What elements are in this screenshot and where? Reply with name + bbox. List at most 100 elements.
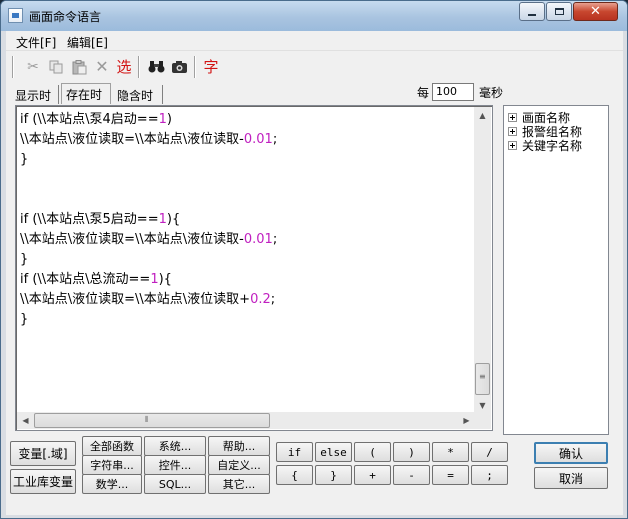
select-button[interactable]: 选 xyxy=(114,57,134,77)
tab-on-show[interactable]: 显示时 xyxy=(11,85,59,104)
binoculars-icon xyxy=(148,61,164,73)
close-button[interactable]: ✕ xyxy=(573,2,618,21)
code-number: 0.2 xyxy=(250,292,271,307)
minimize-icon xyxy=(528,13,536,16)
all-functions-button[interactable]: 全部函数 xyxy=(82,436,142,456)
op-plus-button[interactable]: + xyxy=(354,465,391,485)
scroll-up-icon[interactable]: ▲ xyxy=(474,107,491,124)
code-line: \\本站点\液位读取=\\本站点\液位读取-0.01; xyxy=(20,232,278,247)
code-number: 1 xyxy=(158,112,167,127)
toolbar-separator xyxy=(12,56,14,78)
paste-icon xyxy=(72,59,86,74)
font-button[interactable]: 字 xyxy=(201,57,221,77)
vertical-scroll-thumb[interactable]: ≡ xyxy=(475,363,490,395)
title-bar[interactable]: 画面命令语言 ✕ xyxy=(1,1,627,31)
replace-button[interactable] xyxy=(169,57,189,77)
tab-on-hide[interactable]: 隐含时 xyxy=(113,85,163,104)
cancel-button[interactable]: 取消 xyxy=(534,467,608,489)
interval-prefix: 每 xyxy=(417,86,430,100)
op-else-button[interactable]: else xyxy=(315,442,352,462)
maximize-button[interactable] xyxy=(546,2,572,21)
expand-plus-icon[interactable] xyxy=(508,126,517,136)
tab-while-exists[interactable]: 存在时 xyxy=(61,83,111,104)
code-line: } xyxy=(20,252,29,267)
op-close-brace-button[interactable]: } xyxy=(315,465,352,485)
code-line: } xyxy=(20,312,29,327)
copy-icon xyxy=(49,60,63,74)
variable-button[interactable]: 变量[.域] xyxy=(10,441,76,466)
find-button[interactable] xyxy=(146,57,166,77)
camera-icon xyxy=(171,61,187,73)
minimize-button[interactable] xyxy=(519,2,545,21)
other-functions-button[interactable]: 其它... xyxy=(208,474,270,494)
confirm-button[interactable]: 确认 xyxy=(534,442,608,464)
menu-edit[interactable]: 编辑[E] xyxy=(67,34,108,51)
cut-button[interactable]: ✂ xyxy=(23,57,43,77)
vertical-scrollbar[interactable]: ▲ ≡ ▼ xyxy=(474,107,491,414)
delete-button[interactable]: ✕ xyxy=(92,57,112,77)
tree-item-keywords[interactable]: 关键字名称 xyxy=(508,138,583,153)
paste-button[interactable] xyxy=(69,57,89,77)
close-icon: ✕ xyxy=(590,4,601,19)
scroll-corner xyxy=(474,412,491,429)
code-line: if (\\本站点\泵4启动==1) xyxy=(20,112,172,127)
op-equals-button[interactable]: = xyxy=(432,465,469,485)
code-number: 0.01 xyxy=(243,132,273,147)
op-open-brace-button[interactable]: { xyxy=(276,465,313,485)
code-line: if (\\本站点\总流动==1){ xyxy=(20,272,172,287)
code-line: } xyxy=(20,152,29,167)
math-functions-button[interactable]: 数学... xyxy=(82,474,142,494)
toolbar: ✂ ✕ 选 字 xyxy=(6,51,623,83)
maximize-icon xyxy=(554,8,564,15)
interval-unit: 毫秒 xyxy=(479,86,504,100)
code-line: \\本站点\液位读取=\\本站点\液位读取-0.01; xyxy=(20,132,278,147)
horizontal-scrollbar[interactable]: ◀ ⦀ ▶ xyxy=(17,412,475,429)
control-functions-button[interactable]: 控件... xyxy=(144,455,206,475)
delete-x-icon: ✕ xyxy=(95,57,109,76)
op-if-button[interactable]: if xyxy=(276,442,313,462)
op-close-paren-button[interactable]: ) xyxy=(393,442,430,462)
op-divide-button[interactable]: / xyxy=(471,442,508,462)
sql-functions-button[interactable]: SQL... xyxy=(144,474,206,494)
scissors-icon: ✂ xyxy=(27,59,39,75)
script-editor[interactable]: if (\\本站点\泵4启动==1) \\本站点\液位读取=\\本站点\液位读取-… xyxy=(15,105,493,431)
copy-button[interactable] xyxy=(46,57,66,77)
toolbar-separator xyxy=(194,56,196,78)
grip-icon: ≡ xyxy=(479,372,486,381)
code-number: 0.01 xyxy=(243,232,273,247)
grip-icon: ⦀ xyxy=(145,415,149,424)
op-semicolon-button[interactable]: ; xyxy=(471,465,508,485)
window-title: 画面命令语言 xyxy=(29,10,102,24)
op-multiply-button[interactable]: * xyxy=(432,442,469,462)
code-area[interactable]: if (\\本站点\泵4启动==1) \\本站点\液位读取=\\本站点\液位读取-… xyxy=(20,110,472,410)
command-language-window: 画面命令语言 ✕ 文件[F] 编辑[E] ✂ ✕ 选 字 显示时 存在时 隐含时… xyxy=(0,0,628,519)
help-button[interactable]: 帮助... xyxy=(208,436,270,456)
op-open-paren-button[interactable]: ( xyxy=(354,442,391,462)
window-icon xyxy=(8,8,23,23)
toolbar-separator xyxy=(138,56,140,78)
font-label: 字 xyxy=(203,57,219,76)
code-line: \\本站点\液位读取=\\本站点\液位读取+0.2; xyxy=(20,292,276,307)
system-functions-button[interactable]: 系统... xyxy=(144,436,206,456)
scroll-left-icon[interactable]: ◀ xyxy=(17,412,34,429)
string-functions-button[interactable]: 字符串... xyxy=(82,455,142,475)
code-number: 1 xyxy=(150,272,159,287)
code-number: 1 xyxy=(158,212,167,227)
expand-plus-icon[interactable] xyxy=(508,112,517,122)
scroll-right-icon[interactable]: ▶ xyxy=(458,412,475,429)
menu-file[interactable]: 文件[F] xyxy=(16,34,56,51)
tree-item-label: 关键字名称 xyxy=(522,138,583,153)
name-tree: 画面名称 报警组名称 关键字名称 xyxy=(503,105,609,435)
expand-plus-icon[interactable] xyxy=(508,140,517,150)
horizontal-scroll-thumb[interactable]: ⦀ xyxy=(34,413,270,428)
op-minus-button[interactable]: - xyxy=(393,465,430,485)
industrial-variable-button[interactable]: 工业库变量 xyxy=(10,469,76,494)
select-label: 选 xyxy=(116,57,132,76)
menu-bar: 文件[F] 编辑[E] xyxy=(6,31,623,51)
dialog-client-area: ✂ ✕ 选 字 显示时 存在时 隐含时 每 100 毫秒 if (\\本站点\泵… xyxy=(6,51,623,515)
custom-functions-button[interactable]: 自定义... xyxy=(208,455,270,475)
code-line: if (\\本站点\泵5启动==1){ xyxy=(20,212,181,227)
interval-input[interactable]: 100 xyxy=(432,83,474,101)
